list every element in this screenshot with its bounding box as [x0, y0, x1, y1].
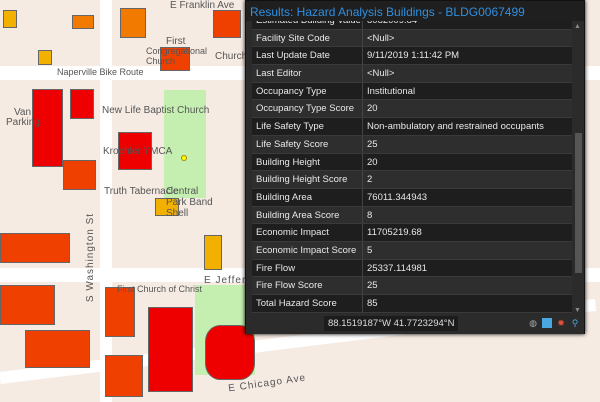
scrollbar[interactable]: ▲ ▼	[574, 23, 583, 314]
label-franklin: E Franklin Ave	[170, 0, 235, 11]
field-name: Occupancy Type Score	[252, 100, 363, 118]
field-value: 8082009.84	[363, 21, 572, 29]
label-washington: S Washington St	[85, 212, 97, 303]
field-name: Economic Impact	[252, 224, 363, 241]
field-name: Life Safety Score	[252, 135, 363, 153]
building[interactable]	[3, 10, 17, 28]
scrollbar-thumb[interactable]	[575, 133, 582, 273]
building[interactable]	[105, 287, 135, 337]
field-value: 11705219.68	[367, 227, 422, 239]
attribute-row[interactable]: Occupancy Type Institutional	[252, 82, 572, 101]
field-name: Facility Site Code	[252, 29, 363, 47]
park-marker-icon	[181, 155, 187, 161]
building[interactable]	[72, 15, 94, 29]
popup-footer: 88.1519187°W 41.7723294°N ◍ ✹ ⚲	[246, 314, 584, 334]
field-value: 25337.114981	[367, 262, 428, 274]
attribute-row[interactable]: Facility Site Code <Null>	[252, 29, 572, 48]
label-kroehler: Kroehler YMCA	[103, 146, 173, 157]
building[interactable]	[0, 233, 70, 263]
building[interactable]	[25, 330, 90, 368]
attribute-row[interactable]: Life Safety Score 25	[252, 135, 572, 154]
building[interactable]	[148, 307, 193, 392]
coordinates-readout: 88.1519187°W 41.7723294°N	[324, 316, 459, 331]
label-new-life: New Life Baptist Church	[102, 105, 210, 116]
field-value: Institutional	[367, 85, 416, 97]
field-name: Last Update Date	[252, 47, 363, 65]
field-value: 2	[367, 174, 373, 186]
attribute-row[interactable]: Life Safety Type Non-ambulatory and restr…	[252, 118, 572, 136]
scroll-down-icon[interactable]: ▼	[574, 307, 581, 314]
attribute-row[interactable]: Last Editor <Null>	[252, 65, 572, 83]
building[interactable]	[63, 160, 96, 190]
attribute-row[interactable]: Building Height 20	[252, 153, 572, 172]
label-congregational: Congregational Church	[146, 46, 208, 66]
field-value: 20	[367, 103, 378, 115]
label-parking: Parking	[6, 117, 40, 128]
field-name: Fire Flow	[252, 259, 363, 277]
attribute-row[interactable]: Fire Flow 25337.114981	[252, 259, 572, 278]
field-value: 20	[367, 156, 378, 168]
attribute-table: Estimated Building Value8082009.84Facili…	[252, 21, 572, 314]
scroll-up-icon[interactable]: ▲	[574, 23, 581, 30]
road-washington	[100, 0, 112, 402]
building[interactable]	[0, 285, 55, 325]
settings-icon[interactable]: ✹	[556, 318, 566, 328]
field-name: Building Height Score	[252, 171, 363, 188]
field-name: Economic Impact Score	[252, 241, 363, 259]
field-value: 85	[367, 298, 378, 309]
attribute-row[interactable]: Building Height Score 2	[252, 171, 572, 189]
attribute-row[interactable]: Estimated Building Value8082009.84	[252, 21, 572, 30]
field-name: Fire Flow Score	[252, 277, 363, 294]
building[interactable]	[32, 89, 63, 167]
field-value: 5	[367, 244, 373, 256]
field-name: Building Area	[252, 188, 363, 206]
label-bike-route: Naperville Bike Route	[57, 67, 144, 77]
attribute-row[interactable]: Building Area 76011.344943	[252, 188, 572, 207]
building[interactable]	[38, 50, 52, 65]
field-value: <Null>	[367, 68, 395, 80]
attribute-row[interactable]: Economic Impact Score 5	[252, 241, 572, 260]
building[interactable]	[204, 235, 222, 270]
field-name: Total Hazard Score	[252, 295, 363, 312]
label-first-church: First Church of Christ	[117, 284, 203, 294]
attribute-row[interactable]: Last Update Date 9/11/2019 1:11:42 PM	[252, 47, 572, 66]
popup-title: Results: Hazard Analysis Buildings - BLD…	[246, 1, 584, 21]
field-value: 25	[367, 280, 378, 292]
attribute-row[interactable]: Fire Flow Score 25	[252, 277, 572, 295]
attribute-row[interactable]: Total Hazard Score 85	[252, 295, 572, 313]
label-church: Church	[215, 51, 248, 62]
globe-icon[interactable]: ◍	[528, 318, 538, 328]
building[interactable]	[105, 355, 143, 397]
field-name: Building Height	[252, 153, 363, 171]
field-value: Non-ambulatory and restrained occupants	[367, 121, 544, 133]
field-value: 8	[367, 209, 373, 221]
popup-panel: Results: Hazard Analysis Buildings - BLD…	[245, 0, 585, 334]
map-icon[interactable]	[542, 318, 552, 328]
field-name: Estimated Building Value	[252, 21, 363, 29]
attribute-table-viewport: Estimated Building Value8082009.84Facili…	[246, 21, 574, 314]
search-icon[interactable]: ⚲	[570, 318, 580, 328]
field-value: <Null>	[367, 32, 395, 44]
attribute-row[interactable]: Occupancy Type Score 20	[252, 100, 572, 119]
field-value: 76011.344943	[367, 191, 428, 203]
attribute-row[interactable]: Economic Impact 11705219.68	[252, 224, 572, 242]
attribute-row[interactable]: Building Area Score 8	[252, 206, 572, 225]
field-name: Building Area Score	[252, 206, 363, 224]
field-name: Occupancy Type	[252, 82, 363, 100]
field-value: 25	[367, 138, 378, 150]
field-value: 9/11/2019 1:11:42 PM	[367, 50, 460, 62]
building[interactable]	[70, 89, 94, 119]
field-name: Last Editor	[252, 65, 363, 82]
building[interactable]	[213, 10, 241, 38]
label-park: Central Park Band Shell	[166, 186, 213, 219]
field-name: Life Safety Type	[252, 118, 363, 135]
building[interactable]	[120, 8, 146, 38]
